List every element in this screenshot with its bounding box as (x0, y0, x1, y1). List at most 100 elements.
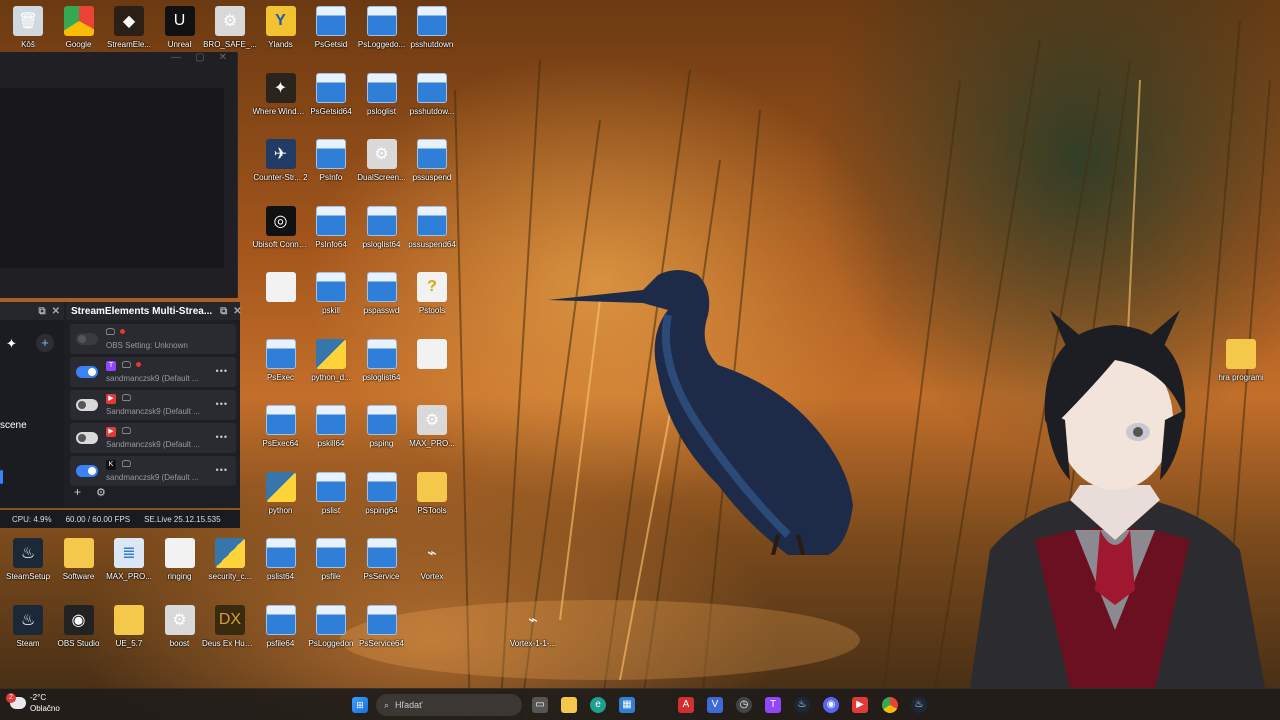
desktop-icon[interactable]: psshutdown (404, 2, 460, 68)
desktop-icon[interactable] (404, 335, 460, 401)
add-destination-button[interactable]: + (74, 485, 81, 499)
desktop-icon[interactable]: pslist64 (253, 534, 309, 600)
close-icon[interactable]: ✕ (52, 306, 60, 317)
desktop-icon[interactable]: psping (354, 401, 410, 467)
desktop-icon-label: pssuspend (412, 173, 452, 182)
taskbar-search[interactable]: ⌕ Hľadať (376, 694, 522, 716)
close-icon[interactable]: ✕ (233, 306, 241, 317)
more-options-icon[interactable]: ••• (216, 432, 228, 442)
steam-icon-2[interactable]: ♨ (911, 697, 927, 713)
desktop-icon[interactable]: PsExec64 (253, 401, 309, 467)
clock-icon[interactable]: ◷ (736, 697, 752, 713)
desktop-icon[interactable]: python (253, 468, 309, 534)
settings-gear-icon[interactable]: ⚙ (96, 486, 106, 499)
service-icon: ▶ (106, 394, 116, 404)
windows-start-icon[interactable]: ⊞ (352, 697, 368, 713)
multistream-row[interactable]: 🖵 OBS Setting: Unknown (70, 324, 236, 354)
desktop-icon[interactable] (253, 268, 309, 334)
desktop-icon[interactable]: psping64 (354, 468, 410, 534)
desktop-icon[interactable]: PsInfo64 (303, 202, 359, 268)
desktop-icon-label: pssuspend64 (408, 239, 456, 249)
float-icon[interactable]: ⧉ (38, 306, 45, 317)
multistream-row[interactable]: ▶ 🖵 Sandmanczsk9 (Default ... ••• (70, 423, 236, 453)
float-icon[interactable]: ⧉ (220, 306, 227, 317)
minimize-icon[interactable]: — (171, 52, 181, 68)
desktop-icon[interactable]: PsGetsid64 (303, 69, 359, 135)
desktop-icon-label: Where Winds Meet (252, 106, 309, 116)
desktop-icon-label: UE_5.7 (115, 638, 143, 648)
desktop-icon[interactable]: security_c... (202, 534, 258, 600)
steam-icon[interactable]: ♨ (794, 697, 810, 713)
desktop-icon[interactable]: psloglist64 (354, 335, 410, 401)
desktop-icon[interactable]: ◎ Ubisoft Connect (253, 202, 309, 268)
twitch-icon[interactable]: T (765, 697, 781, 713)
desktop-icon[interactable]: psloglist64 (354, 202, 410, 268)
weather-widget[interactable]: 2 -2°C Oblačno (6, 692, 60, 714)
py-icon (265, 471, 296, 502)
edge-icon[interactable]: e (590, 697, 606, 713)
desktop-icon[interactable]: pspasswd (354, 268, 410, 334)
desktop-icon[interactable]: ? Pstools (404, 268, 460, 334)
desktop-icon[interactable]: PSTools (404, 468, 460, 534)
stream-toggle[interactable] (76, 465, 98, 477)
desktop-icon[interactable]: ♨ SteamSetup (0, 534, 56, 600)
chrome-icon[interactable] (882, 697, 898, 713)
desktop-icon[interactable]: ✈ Counter-Str... 2 (253, 135, 309, 201)
desktop-icon[interactable]: ⚙ DualScreen... (354, 135, 410, 201)
desktop-icon[interactable]: pssuspend64 (404, 202, 460, 268)
desktop-icon[interactable]: ✦ Where Winds Meet (253, 69, 309, 135)
store-icon[interactable]: ▦ (619, 697, 635, 713)
acrobat-icon[interactable]: A (678, 697, 694, 713)
desktop-icon-label: psping (369, 439, 394, 448)
stream-toggle[interactable] (76, 333, 98, 345)
desktop-icon[interactable]: pskill64 (303, 401, 359, 467)
desktop-icon[interactable]: PsGetsid (303, 2, 359, 68)
desktop-icon[interactable]: DX Deus Ex Human Rev... (202, 601, 258, 667)
desktop-icon[interactable]: ≣ MAX_PRO... (101, 534, 157, 600)
desktop-icon[interactable]: pssuspend (404, 135, 460, 201)
multistream-row[interactable]: ▶ 🖵 Sandmanczsk9 (Default ... ••• (70, 390, 236, 420)
desktop-icon[interactable]: PsService64 (354, 601, 410, 667)
desktop-icon[interactable]: pskill (303, 268, 359, 334)
discord-icon[interactable]: ◉ (823, 697, 839, 713)
sparkle-icon[interactable]: ✦ (6, 336, 17, 352)
desktop-icon[interactable]: PsInfo (303, 135, 359, 201)
close-icon[interactable]: ✕ (219, 52, 227, 68)
maximize-icon[interactable]: ▢ (195, 52, 204, 68)
multistream-row[interactable]: K 🖵 sandmanczsk9 (Default ... ••• (70, 456, 236, 486)
file-explorer-icon[interactable] (561, 697, 577, 713)
obs-preview[interactable] (0, 88, 224, 268)
desktop-icon[interactable]: PsLoggedon (303, 601, 359, 667)
desktop-icon[interactable]: Y Ylands (253, 2, 309, 68)
vortex-icon[interactable]: V (707, 697, 723, 713)
more-options-icon[interactable]: ••• (216, 399, 228, 409)
desktop-icon[interactable]: ⚙ MAX_PRO... (404, 401, 460, 467)
desktop-icon[interactable]: ♨ Steam (0, 601, 56, 667)
desktop-icon[interactable]: psfile64 (253, 601, 309, 667)
desktop-icon[interactable]: psfile (303, 534, 359, 600)
more-options-icon[interactable]: ••• (216, 465, 228, 475)
task-view-icon[interactable]: ▭ (532, 697, 548, 713)
stream-toggle[interactable] (76, 399, 98, 411)
more-options-icon[interactable]: ••• (216, 366, 228, 376)
stream-toggle[interactable] (76, 366, 98, 378)
desktop-icon[interactable]: ◉ OBS Studio (51, 601, 107, 667)
desktop-icon[interactable]: ⌁ Vortex-1-1-... (505, 601, 561, 667)
scene-item-label[interactable]: scene (0, 420, 27, 431)
youtube-icon[interactable]: ▶ (852, 697, 868, 713)
desktop-icon[interactable]: Software (51, 534, 107, 600)
desktop-icon[interactable]: UE_5.7 (101, 601, 157, 667)
desktop-icon[interactable]: pslist (303, 468, 359, 534)
desktop-icon[interactable]: python_d... (303, 335, 359, 401)
desktop-icon[interactable]: PsExec (253, 335, 309, 401)
stream-toggle[interactable] (76, 432, 98, 444)
multistream-row[interactable]: T 🖵 sandmanczsk9 (Default ... ••• (70, 357, 236, 387)
desktop-icon[interactable]: ⌁ Vortex (404, 534, 460, 600)
add-scene-button[interactable]: + (36, 334, 54, 352)
desktop-icon[interactable]: psshutdow... (404, 69, 460, 135)
desktop-icon[interactable]: PsLoggedo... (354, 2, 410, 68)
desktop-icon[interactable]: PsService (354, 534, 410, 600)
desktop-icon[interactable]: ringing (152, 534, 208, 600)
desktop-icon[interactable]: ⚙ boost (152, 601, 208, 667)
desktop-icon[interactable]: psloglist (354, 69, 410, 135)
